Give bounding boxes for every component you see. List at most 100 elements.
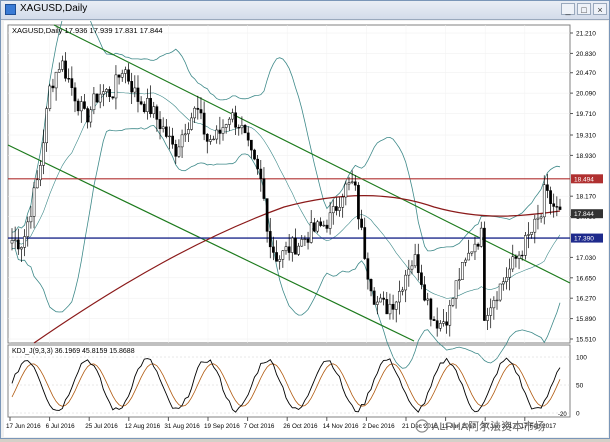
candle-body [344, 183, 348, 198]
candle-body [483, 227, 486, 321]
candle-body [23, 236, 26, 248]
indicator-axis-label: 100 [576, 355, 587, 362]
candle-body [539, 216, 543, 219]
candle-body [124, 69, 127, 74]
candle-body [89, 109, 93, 123]
close-button[interactable]: × [593, 3, 607, 15]
price-tag-label: 17.844 [574, 211, 594, 218]
candle-body [164, 126, 168, 137]
candle-body [341, 196, 345, 208]
price-axis-label: 18.170 [576, 194, 596, 201]
title-bar[interactable]: XAGUSD,Daily _ □ × [1, 1, 609, 20]
candle-body [155, 106, 159, 120]
candle-body [294, 237, 297, 255]
candle-body [174, 144, 178, 157]
price-axis-label: 19.710 [576, 111, 596, 118]
candle-body [187, 129, 190, 135]
time-axis-label: 2 Dec 2016 [362, 423, 395, 430]
candle-body [335, 206, 338, 211]
candle-body [558, 206, 562, 210]
candle-body [268, 231, 272, 248]
candle-body [489, 307, 493, 316]
candle-body [303, 238, 307, 241]
candle-body [61, 60, 64, 70]
candle-body [259, 168, 263, 180]
candle-body [183, 133, 187, 136]
candle-body [508, 268, 511, 278]
watermark-text: ALPHA阿尔法资本市场 [432, 419, 545, 433]
minimize-button[interactable]: _ [561, 3, 575, 15]
candle-body [92, 93, 96, 110]
candle-body [221, 127, 225, 134]
candle-body [435, 320, 439, 329]
candle-body [224, 124, 228, 128]
candle-body [10, 240, 14, 244]
chart-canvas[interactable]: 21.210 20.830 20.470 20.090 19.710 19.310 18.9… [4, 0, 608, 437]
candle-body [152, 106, 156, 115]
candle-body [530, 231, 534, 235]
candle-body [262, 178, 266, 199]
candle-body [127, 69, 130, 82]
candle-body [517, 254, 521, 259]
candle-body [161, 126, 165, 130]
candle-body [353, 181, 357, 186]
candle-body [476, 243, 480, 247]
time-axis-label: 26 Oct 2016 [283, 423, 318, 430]
candle-body [457, 279, 461, 281]
indicator-axis-label: 0 [576, 411, 580, 418]
candle-body [29, 216, 33, 223]
candle-body [243, 125, 247, 134]
candle-body [48, 85, 52, 109]
time-axis-label: 17 Jun 2016 [6, 423, 41, 430]
candle-body [432, 319, 436, 321]
candle-body [410, 265, 414, 270]
candle-body [306, 238, 310, 243]
price-axis-label: 19.310 [576, 133, 596, 140]
candle-body [401, 289, 404, 292]
price-tag-label: 17.390 [574, 236, 594, 243]
maximize-button[interactable]: □ [577, 3, 591, 15]
candle-body [227, 118, 231, 125]
candle-body [196, 107, 200, 110]
indicator-extra-tick: -20 [558, 412, 567, 418]
candle-body [26, 221, 30, 237]
candle-body [240, 125, 244, 129]
time-axis-label: 25 Jul 2016 [85, 423, 118, 430]
candle-body [180, 134, 184, 148]
candle-body [79, 101, 83, 112]
candle-body [473, 243, 477, 253]
chart-area[interactable]: 21.210 20.830 20.470 20.090 19.710 19.310 18.9… [4, 0, 608, 437]
candle-body [70, 78, 74, 88]
candle-body [13, 239, 17, 241]
candle-body [114, 74, 118, 99]
candle-body [275, 252, 278, 262]
candle-body [117, 74, 121, 78]
candle-body [479, 227, 483, 247]
candle-body [300, 239, 304, 247]
candle-body [101, 91, 105, 95]
candle-body [445, 321, 448, 326]
candle-body [45, 108, 48, 144]
candle-body [505, 277, 508, 282]
candle-body [215, 129, 219, 140]
candle-body [360, 218, 363, 228]
candle-body [287, 246, 291, 253]
candle-body [546, 184, 549, 191]
price-axis-label: 16.270 [576, 296, 596, 303]
candle-body [347, 182, 351, 185]
candle-body [309, 222, 313, 243]
candle-body [442, 321, 445, 324]
candle-body [366, 258, 370, 280]
candle-body [205, 133, 209, 142]
candle-body [448, 305, 452, 326]
candle-body [51, 85, 55, 89]
candle-body [331, 206, 335, 214]
candle-body [290, 237, 294, 253]
indicator-label: KDJ_J(9,3,3) 36.1969 45.8159 15.8688 [12, 348, 135, 355]
candle-body [454, 280, 458, 299]
candle-body [16, 239, 20, 250]
price-axis-label: 20.830 [576, 51, 596, 58]
candle-body [218, 129, 222, 134]
candle-body [54, 71, 58, 89]
candle-body [501, 281, 505, 285]
